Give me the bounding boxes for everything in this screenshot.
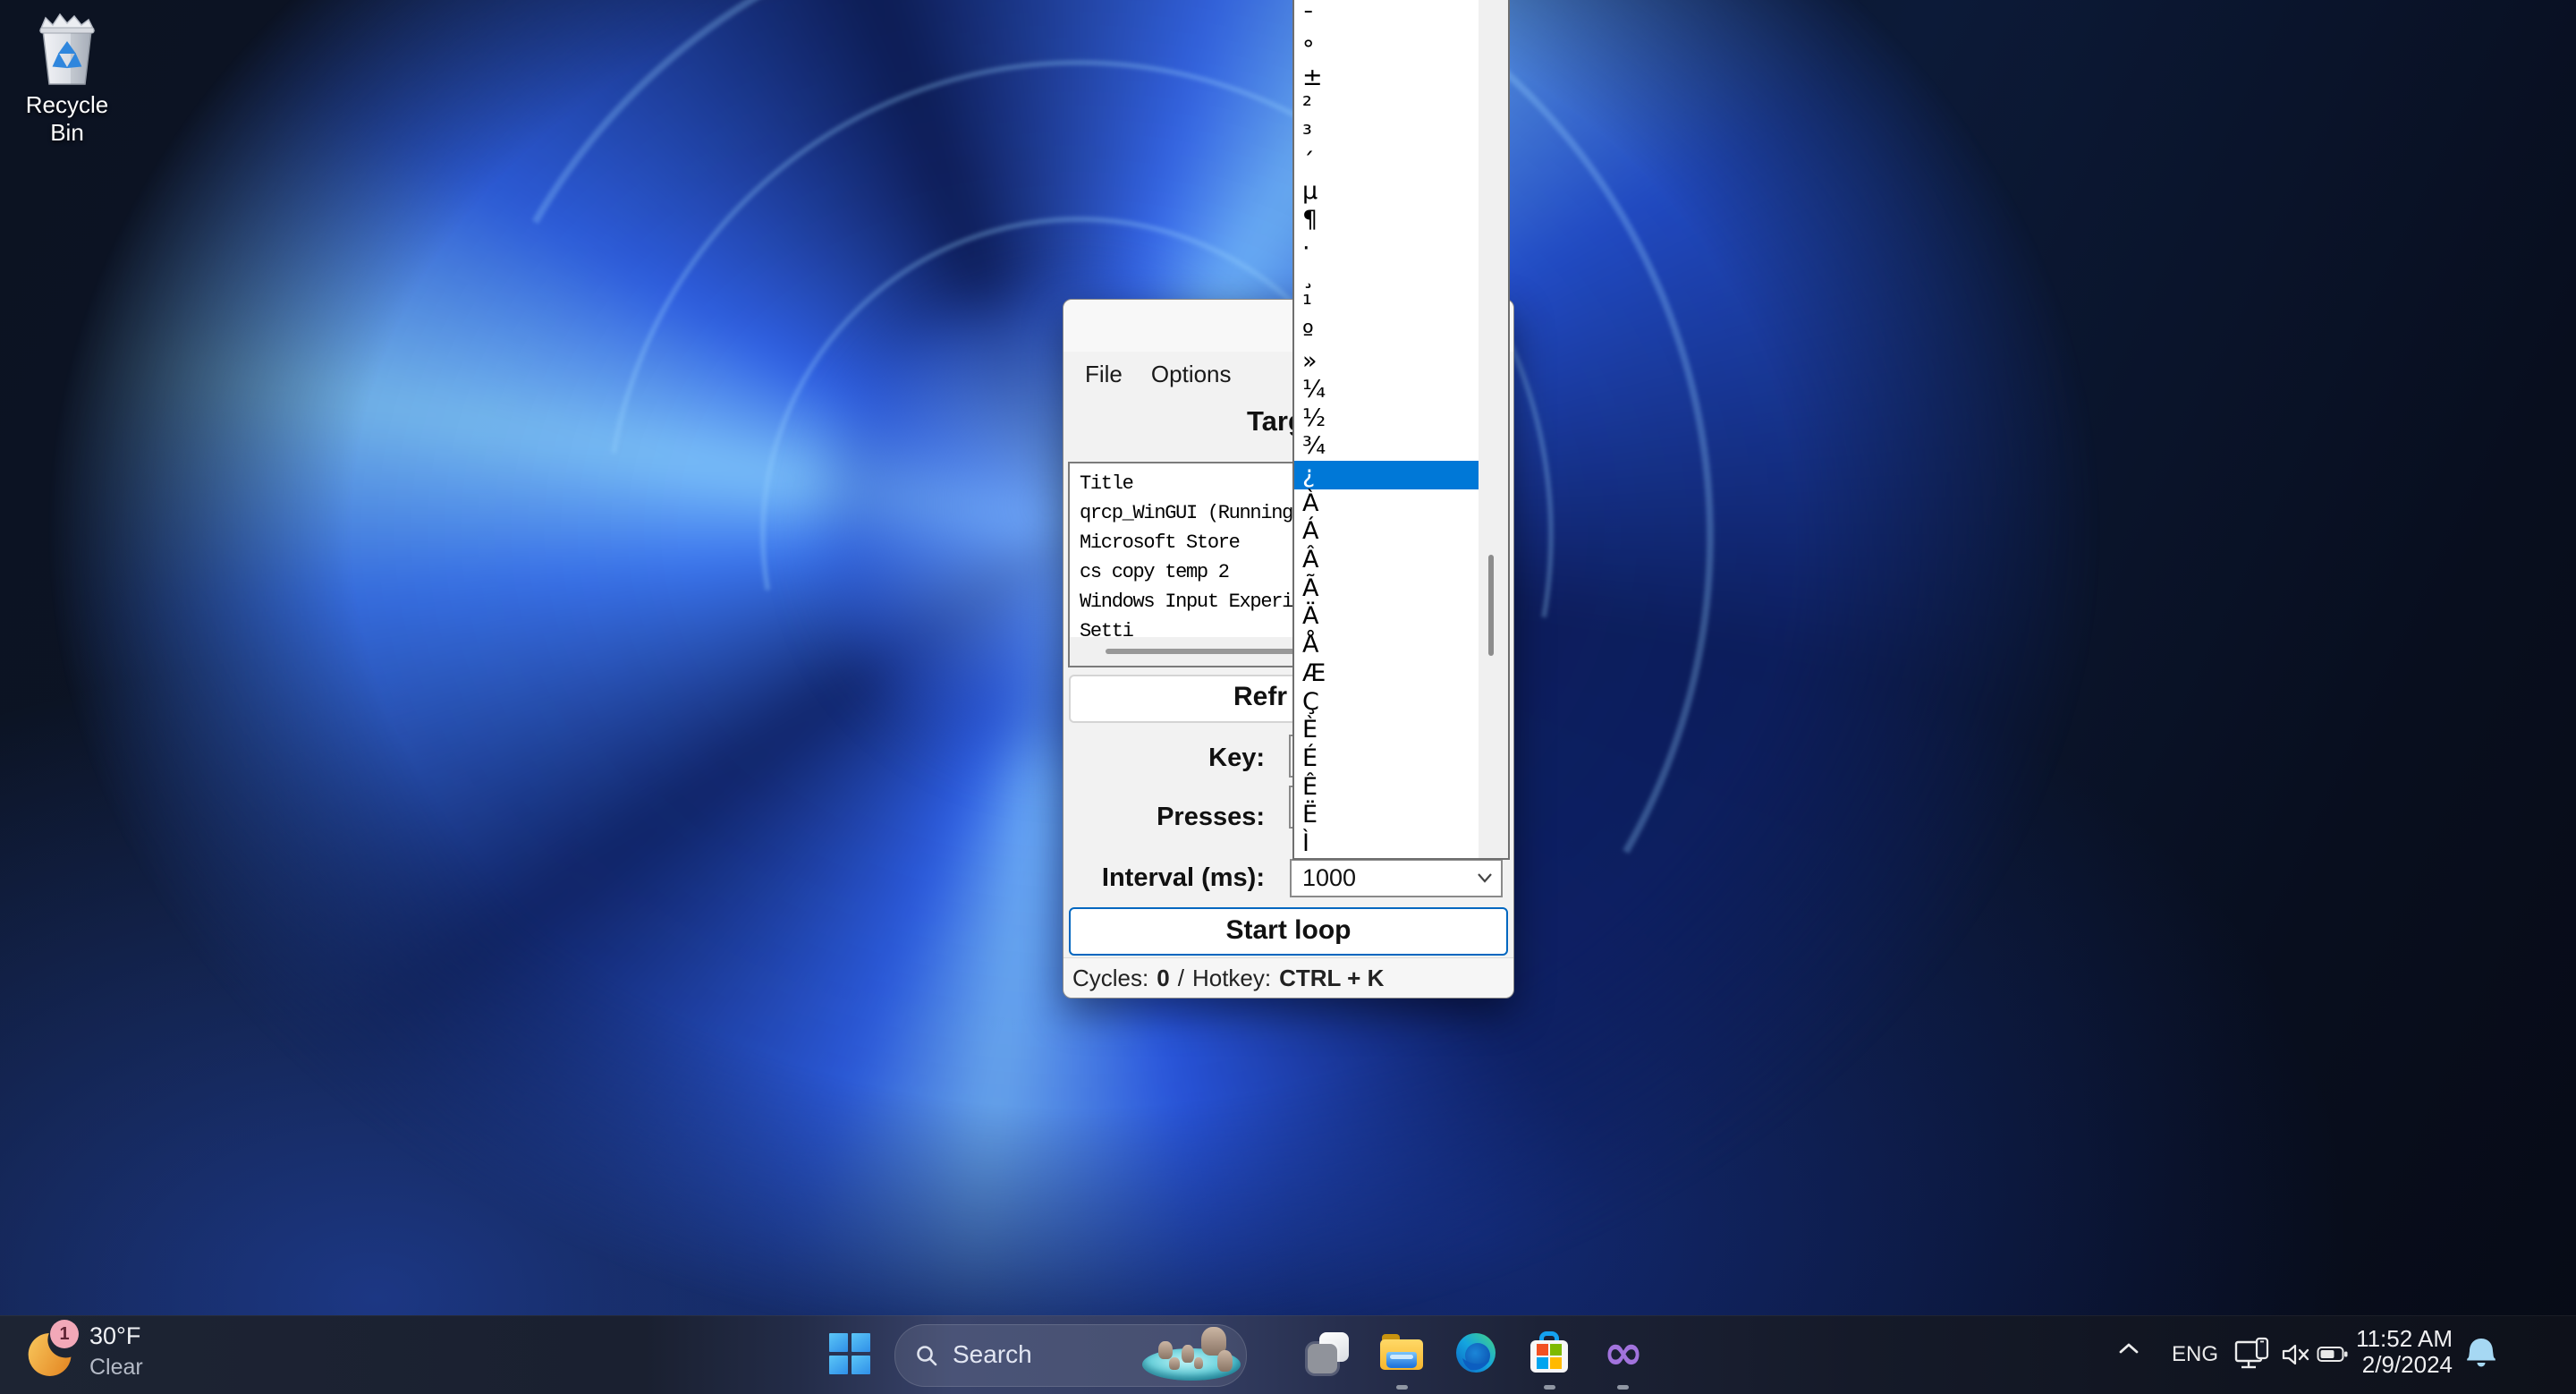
dropdown-item[interactable]: µ <box>1294 177 1479 206</box>
visual-studio-icon: ∞ <box>1603 1324 1644 1381</box>
key-label: Key: <box>1208 744 1265 772</box>
dropdown-item[interactable]: ³ <box>1294 121 1479 149</box>
battery-icon <box>2317 1347 2348 1362</box>
search-icon <box>917 1346 937 1366</box>
speaker-muted-icon <box>2282 1344 2309 1365</box>
dropdown-scrollbar[interactable] <box>1479 0 1508 858</box>
dropdown-item[interactable]: ´ <box>1294 149 1479 177</box>
file-explorer-button[interactable] <box>1374 1326 1429 1380</box>
refresh-button-label: Refr <box>1233 682 1288 711</box>
recycle-bin-label: Recycle Bin <box>25 91 109 146</box>
cycles-value: 0 <box>1157 964 1170 991</box>
running-indicator <box>1396 1385 1408 1390</box>
tray-notifications[interactable] <box>2465 1335 2497 1373</box>
file-explorer-icon <box>1380 1334 1423 1372</box>
windows-logo-icon <box>829 1333 870 1374</box>
recycle-bin-icon <box>38 13 96 85</box>
dropdown-item-selected[interactable]: ¿ <box>1294 461 1479 489</box>
dropdown-item[interactable]: ° <box>1294 36 1479 64</box>
tray-show-hidden-icons[interactable] <box>2116 1340 2141 1361</box>
tray-cast-display[interactable] <box>2234 1337 2274 1377</box>
dropdown-item[interactable]: Ç <box>1294 688 1479 717</box>
status-separator: / <box>1177 964 1184 991</box>
cycles-label: Cycles: <box>1072 964 1149 991</box>
hotkey-label: Hotkey: <box>1191 964 1272 991</box>
dropdown-item[interactable]: ¾ <box>1294 432 1479 461</box>
microsoft-store-button[interactable] <box>1521 1326 1577 1380</box>
interval-label: Interval (ms): <box>1101 863 1265 892</box>
taskbar-search-box[interactable]: Search <box>894 1324 1247 1387</box>
dropdown-item[interactable]: ½ <box>1294 404 1479 433</box>
menu-bar: File Options <box>1071 354 1246 394</box>
dropdown-item[interactable]: ¸ <box>1294 262 1479 291</box>
dropdown-item[interactable]: Á <box>1294 517 1479 546</box>
running-indicator <box>1544 1385 1555 1390</box>
tray-volume-muted[interactable] <box>2281 1342 2311 1372</box>
dropdown-item[interactable]: ± <box>1294 64 1479 92</box>
desktop: Recycle Bin File Options Targ Title qrcp… <box>0 0 2576 1394</box>
menu-file[interactable]: File <box>1071 354 1137 394</box>
notification-badge: 1 <box>50 1320 79 1348</box>
dropdown-item[interactable]: É <box>1294 744 1479 773</box>
interval-combobox[interactable]: 1000 <box>1290 859 1503 897</box>
running-indicator <box>1617 1385 1629 1390</box>
weather-condition: Clear <box>89 1355 143 1380</box>
presses-label: Presses: <box>1157 803 1265 831</box>
dropdown-scrollbar-thumb[interactable] <box>1488 555 1494 656</box>
dropdown-item[interactable]: ¹ <box>1294 291 1479 319</box>
search-placeholder: Search <box>953 1340 1032 1368</box>
dropdown-item[interactable]: ¶ <box>1294 206 1479 234</box>
dropdown-item[interactable]: È <box>1294 716 1479 744</box>
hotkey-value: CTRL + K <box>1279 964 1385 991</box>
search-highlight-image <box>1139 1327 1244 1382</box>
bell-icon <box>2467 1339 2496 1367</box>
key-dropdown-items: ¯ ° ± ² ³ ´ µ ¶ · ¸ ¹ º » ¼ ½ ¾ ¿ À Á Â … <box>1294 0 1479 858</box>
interval-value: 1000 <box>1302 864 1357 891</box>
key-dropdown-list: ¯ ° ± ² ³ ´ µ ¶ · ¸ ¹ º » ¼ ½ ¾ ¿ À Á Â … <box>1292 0 1510 860</box>
chevron-down-icon <box>1478 873 1492 883</box>
tray-battery[interactable] <box>2317 1345 2349 1369</box>
dropdown-item[interactable]: » <box>1294 347 1479 376</box>
task-view-icon <box>1308 1332 1349 1373</box>
chevron-up-icon <box>2119 1343 2139 1354</box>
tray-date: 2/9/2024 <box>2361 1351 2453 1378</box>
taskbar-weather-widget[interactable]: 1 30°F Clear <box>18 1317 259 1392</box>
dropdown-item[interactable]: º <box>1294 319 1479 348</box>
dropdown-item[interactable]: ² <box>1294 92 1479 121</box>
dropdown-item[interactable]: · <box>1294 234 1479 263</box>
tray-language[interactable]: ENG <box>2172 1342 2218 1367</box>
dropdown-item[interactable]: Æ <box>1294 659 1479 688</box>
edge-icon <box>1456 1333 1496 1373</box>
dropdown-item[interactable]: Ê <box>1294 773 1479 802</box>
tray-time: 11:52 AM <box>2356 1325 2453 1352</box>
recycle-bin-shortcut[interactable]: Recycle Bin <box>9 7 125 147</box>
tray-clock[interactable]: 11:52 AM 2/9/2024 <box>2352 1326 2453 1378</box>
dropdown-item[interactable]: À <box>1294 489 1479 518</box>
dropdown-item[interactable]: Ã <box>1294 574 1479 603</box>
microsoft-store-icon <box>1529 1331 1570 1374</box>
visual-studio-button[interactable]: ∞ <box>1596 1326 1651 1380</box>
dropdown-item[interactable]: Ë <box>1294 801 1479 829</box>
dropdown-item[interactable]: Å <box>1294 631 1479 659</box>
start-button[interactable] <box>823 1327 877 1381</box>
dropdown-item[interactable]: Â <box>1294 546 1479 574</box>
dropdown-item[interactable]: ¼ <box>1294 376 1479 404</box>
start-loop-button[interactable]: Start loop <box>1069 907 1508 956</box>
task-view-button[interactable] <box>1301 1326 1356 1380</box>
cast-display-icon <box>2234 1337 2269 1369</box>
edge-browser-button[interactable] <box>1448 1326 1504 1380</box>
menu-options[interactable]: Options <box>1137 354 1246 394</box>
dropdown-item[interactable]: Ì <box>1294 829 1479 858</box>
weather-temperature: 30°F <box>89 1322 141 1349</box>
dropdown-item[interactable]: Ä <box>1294 602 1479 631</box>
dropdown-item[interactable]: ¯ <box>1294 7 1479 36</box>
status-bar: Cycles: 0 / Hotkey: CTRL + K <box>1063 957 1513 998</box>
